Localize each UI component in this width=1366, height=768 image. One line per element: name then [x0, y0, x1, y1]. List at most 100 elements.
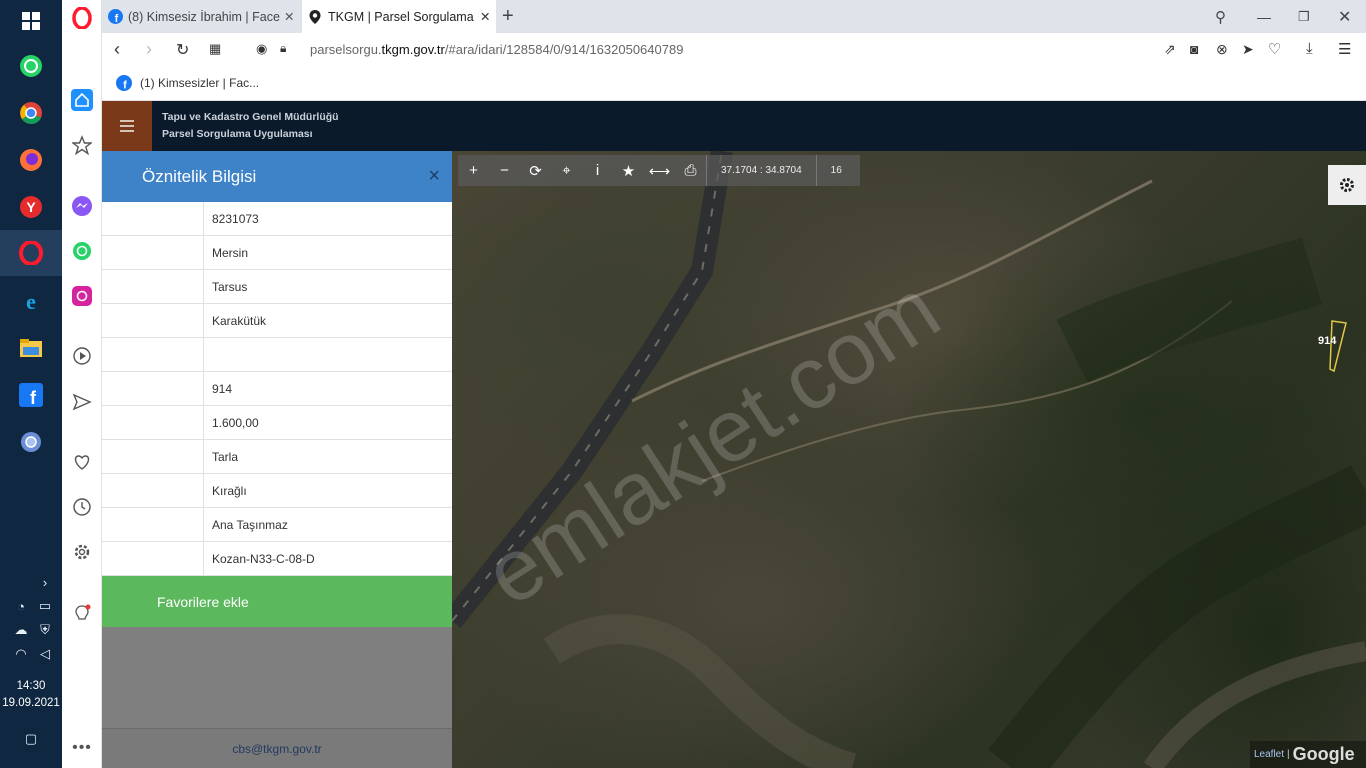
map-toolbar: + − ⟳ ⌖ i ★ ⟷ ⎙ 37.1704 : 34.8704 16: [458, 155, 860, 186]
locate-crosshair-icon[interactable]: ⌖: [551, 155, 582, 186]
tips-lightbulb-icon[interactable]: [70, 602, 94, 626]
tab-title: TKGM | Parsel Sorgulama U: [328, 9, 474, 24]
chevron-up-icon[interactable]: ›: [36, 573, 54, 591]
forward-icon[interactable]: ›: [146, 39, 152, 60]
close-window-icon[interactable]: ✕: [1338, 0, 1360, 33]
leaflet-link[interactable]: Leaflet: [1254, 749, 1284, 760]
tab-close-icon[interactable]: ✕: [480, 9, 490, 24]
print-icon[interactable]: ⎙: [675, 155, 706, 186]
taskbar-date[interactable]: 19.09.2021: [0, 695, 62, 712]
tab-close-icon[interactable]: ✕: [284, 9, 294, 24]
search-tabs-icon[interactable]: ⚲: [1215, 0, 1237, 33]
history-icon[interactable]: [70, 495, 94, 519]
speed-dial-icon[interactable]: [70, 133, 94, 157]
heart-icon[interactable]: [70, 450, 94, 474]
player-icon[interactable]: [70, 344, 94, 368]
battery-icon[interactable]: ▭: [36, 597, 54, 615]
new-tab-button[interactable]: +: [502, 0, 524, 33]
attribute-label-cell: [102, 338, 204, 371]
attribute-value: [204, 338, 212, 371]
opera-icon[interactable]: [16, 238, 46, 268]
map-settings-icon[interactable]: [1328, 165, 1366, 205]
chrome-icon[interactable]: [16, 98, 46, 128]
panel-header: Öznitelik Bilgisi ×: [102, 151, 452, 202]
notifications-icon[interactable]: ▢: [22, 730, 40, 748]
satellite-map[interactable]: emlakjet.com 914 Leaflet | Google: [452, 151, 1366, 768]
attribute-value: Ana Taşınmaz: [212, 517, 288, 532]
attribute-label-cell: [102, 236, 204, 269]
tab-tkgm[interactable]: TKGM | Parsel Sorgulama U ✕: [302, 0, 496, 33]
attribute-value: Karakütük: [212, 313, 267, 328]
facebook-icon: f: [108, 9, 123, 24]
info-icon[interactable]: i: [582, 155, 613, 186]
settings-sidebar-icon[interactable]: [70, 540, 94, 564]
bookmark-label: (1) Kimsesizler | Fac...: [140, 76, 260, 90]
attribute-value: Kozan-N33-C-08-D: [212, 551, 315, 566]
bookmark-kimsesizler[interactable]: f (1) Kimsesizler | Fac...: [116, 75, 259, 91]
zoom-level: 16: [830, 165, 842, 176]
location-permission-icon[interactable]: ◉: [256, 41, 267, 57]
close-icon[interactable]: ×: [428, 165, 440, 188]
refresh-icon[interactable]: ⟳: [520, 155, 551, 186]
attribute-value: 8231073: [212, 211, 259, 226]
more-options-icon[interactable]: •••: [70, 736, 94, 760]
app-title-line1: Tapu ve Kadastro Genel Müdürlüğü: [162, 111, 339, 123]
block-ads-icon[interactable]: ⊗: [1216, 41, 1228, 58]
tab-grid-icon[interactable]: ▦: [209, 41, 221, 57]
zoom-in-icon[interactable]: +: [458, 155, 489, 186]
whatsapp-sidebar-icon[interactable]: [70, 239, 94, 263]
measure-icon[interactable]: ⟷: [644, 155, 675, 186]
tab-facebook[interactable]: f (8) Kimsesiz İbrahim | Faceb ✕: [108, 0, 300, 33]
send-flow-icon[interactable]: [70, 390, 94, 414]
taskbar-time[interactable]: 14:30: [0, 678, 62, 695]
back-icon[interactable]: ‹: [114, 39, 120, 60]
internet-explorer-icon[interactable]: e: [16, 286, 46, 316]
yandex-icon[interactable]: Y: [16, 192, 46, 222]
network-activity-icon[interactable]: ◔: [12, 597, 30, 615]
windows-start-icon[interactable]: [16, 6, 46, 36]
minimize-icon[interactable]: —: [1257, 0, 1279, 33]
zoom-out-icon[interactable]: −: [489, 155, 520, 186]
download-icon[interactable]: ⤓: [1306, 40, 1313, 57]
volume-icon[interactable]: ◁: [36, 645, 54, 663]
send-icon[interactable]: ➤: [1242, 41, 1254, 58]
coordinate-readout: 37.1704 : 34.8704: [706, 155, 817, 186]
opera-sidebar: •••: [62, 0, 102, 768]
reload-icon[interactable]: ↻: [176, 40, 189, 60]
browser-tab-bar: f (8) Kimsesiz İbrahim | Faceb ✕ TKGM | …: [102, 0, 1366, 33]
attribute-value: Mersin: [212, 245, 249, 260]
defender-shield-icon[interactable]: ⛨: [36, 621, 54, 639]
app-header: Tapu ve Kadastro Genel Müdürlüğü Parsel …: [102, 101, 1366, 151]
easy-setup-icon[interactable]: ☰: [1338, 40, 1351, 58]
instagram-icon[interactable]: [70, 284, 94, 308]
location-pin-icon: [309, 9, 321, 24]
chromium-icon[interactable]: [16, 427, 46, 457]
contact-email-link[interactable]: cbs@tkgm.gov.tr: [102, 728, 452, 768]
menu-hamburger-icon[interactable]: [102, 101, 152, 151]
attribute-row: 8231073: [102, 202, 452, 236]
restore-icon[interactable]: ❐: [1298, 0, 1320, 33]
attribute-value: 1.600,00: [212, 415, 259, 430]
lock-icon[interactable]: 🔒︎: [280, 41, 286, 56]
address-bar-row: ‹ › ↻ ▦ ◉ 🔒︎ parselsorgu.tkgm.gov.tr/#ar…: [102, 33, 1366, 67]
add-favorite-button[interactable]: Favorilere ekle: [102, 576, 452, 627]
attribute-panel: Öznitelik Bilgisi × 8231073 Mersin Tarsu…: [102, 151, 452, 768]
wifi-icon[interactable]: ◠: [12, 645, 30, 663]
tab-title: (8) Kimsesiz İbrahim | Faceb: [128, 9, 280, 24]
favorite-star-icon[interactable]: ★: [613, 155, 644, 186]
url-subdomain: parselsorgu.: [310, 42, 382, 57]
bookmark-heart-icon[interactable]: ♡: [1268, 40, 1281, 58]
onedrive-icon[interactable]: ☁: [12, 621, 30, 639]
share-icon[interactable]: ⇗: [1164, 41, 1176, 58]
opera-logo-icon[interactable]: [70, 6, 94, 30]
messenger-icon[interactable]: [70, 194, 94, 218]
url-field[interactable]: parselsorgu.tkgm.gov.tr/#ara/idari/12858…: [310, 42, 683, 57]
camera-icon[interactable]: ◙: [1190, 41, 1198, 57]
facebook-icon: f: [116, 75, 132, 91]
whatsapp-icon[interactable]: [16, 51, 46, 81]
file-explorer-icon[interactable]: [16, 333, 46, 363]
url-path: /#ara/idari/128584/0/914/1632050640789: [444, 42, 684, 57]
facebook-taskbar-icon[interactable]: f: [16, 380, 46, 410]
home-icon[interactable]: [70, 88, 94, 112]
firefox-icon[interactable]: [16, 145, 46, 175]
